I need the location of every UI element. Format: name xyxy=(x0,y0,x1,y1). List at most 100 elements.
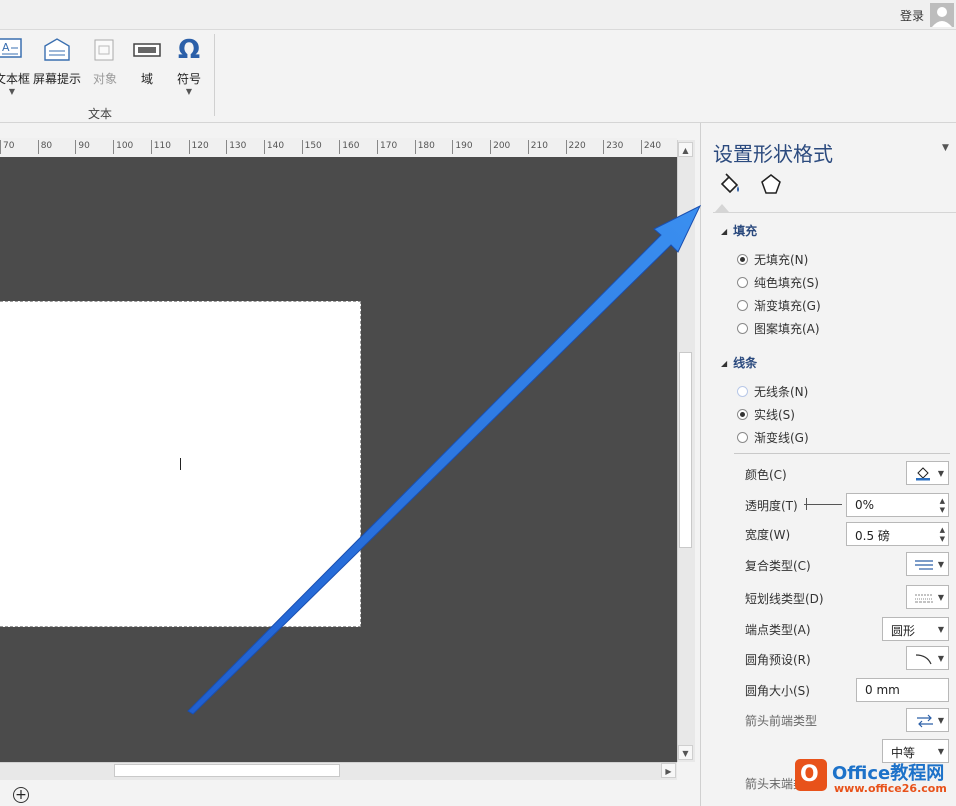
ruler-spacer xyxy=(0,123,700,138)
ruler-tick-label: 230 xyxy=(603,140,623,154)
active-tab-indicator xyxy=(715,204,729,212)
ribbon-group-separator xyxy=(214,34,215,116)
user-avatar-icon[interactable] xyxy=(930,3,954,27)
spin-up-icon[interactable]: ▲ xyxy=(940,527,945,534)
ruler-tick-label: 140 xyxy=(263,140,284,154)
ribbon-group-label: 文本 xyxy=(88,107,113,121)
cap-type-dropdown[interactable]: 圆形 ▼ xyxy=(882,617,949,641)
watermark-url: www.office26.com xyxy=(834,782,947,795)
ruler-tick-label: 70 xyxy=(0,140,14,154)
collapse-triangle-icon: ◢ xyxy=(721,227,728,236)
ruler-tick-label: 90 xyxy=(75,140,90,154)
spin-up-icon[interactable]: ▲ xyxy=(940,498,945,505)
width-value: 0.5 磅 xyxy=(855,529,890,543)
title-bar xyxy=(0,0,956,30)
spin-down-icon[interactable]: ▼ xyxy=(940,536,945,543)
object-label: 对象 xyxy=(92,72,117,86)
chevron-down-icon: ▼ xyxy=(937,469,944,478)
join-size-label: 圆角大小(S) xyxy=(745,684,810,698)
text-cursor xyxy=(180,458,181,470)
radio-gradient-fill[interactable]: 渐变填充(G) xyxy=(737,297,821,314)
radio-label: 纯色填充(S) xyxy=(754,276,819,290)
radio-no-line[interactable]: 无线条(N) xyxy=(737,383,808,400)
textbox-icon: A xyxy=(0,36,30,64)
line-section-header[interactable]: ◢ 线条 xyxy=(721,354,757,371)
ribbon: A 文本框 ▼ 屏幕提示 对象 域 Ω 符号 ▼ xyxy=(0,30,956,123)
radio-solid-line[interactable]: 实线(S) xyxy=(737,406,795,423)
round-join-icon xyxy=(915,652,933,669)
status-bar xyxy=(0,780,700,806)
horizontal-scroll-thumb[interactable] xyxy=(114,764,340,777)
ruler-tick-label: 240 xyxy=(640,140,661,154)
scroll-down-button[interactable]: ▼ xyxy=(678,745,693,760)
textbox-button[interactable]: A 文本框 ▼ xyxy=(0,36,30,97)
drawing-canvas[interactable] xyxy=(0,157,677,762)
scroll-up-button[interactable]: ▲ xyxy=(678,142,693,157)
vertical-scroll-thumb[interactable] xyxy=(679,352,692,548)
ruler-tick-label: 220 xyxy=(565,140,586,154)
radio-solid-fill[interactable]: 纯色填充(S) xyxy=(737,274,819,291)
radio-label: 无填充(N) xyxy=(754,253,809,267)
fill-section-title: 填充 xyxy=(733,224,758,238)
arrow-begin-type-label: 箭头前端类型 xyxy=(745,714,818,728)
compound-type-label: 复合类型(C) xyxy=(745,559,811,573)
transparency-slider[interactable] xyxy=(804,504,842,505)
ruler-tick-label: 150 xyxy=(301,140,322,154)
transparency-slider-handle[interactable] xyxy=(806,498,807,510)
width-label: 宽度(W) xyxy=(745,528,791,542)
shape-effects-tab-icon[interactable] xyxy=(760,173,782,195)
ruler-tick-label: 130 xyxy=(226,140,246,154)
join-size-value: 0 mm xyxy=(865,683,900,697)
fill-line-tab-icon[interactable] xyxy=(718,173,742,195)
chevron-down-icon: ▼ xyxy=(937,747,944,756)
width-input[interactable]: 0.5 磅 ▲ ▼ xyxy=(846,522,949,546)
ruler-tick-label: 210 xyxy=(527,140,548,154)
office-logo-letter: O xyxy=(800,762,819,787)
line-color-dropdown[interactable]: ▼ xyxy=(906,461,949,485)
symbol-button[interactable]: Ω 符号 ▼ xyxy=(172,36,206,97)
ruler-tick-label: 110 xyxy=(150,140,171,154)
cap-type-value: 圆形 xyxy=(891,624,916,638)
object-button[interactable]: 对象 xyxy=(88,36,122,87)
svg-text:A: A xyxy=(2,41,10,54)
color-label: 颜色(C) xyxy=(745,468,787,482)
field-button[interactable]: 域 xyxy=(130,36,164,87)
tabs-divider xyxy=(713,212,956,213)
transparency-value: 0% xyxy=(855,498,875,512)
fill-section-header[interactable]: ◢ 填充 xyxy=(721,222,757,239)
arrow-begin-type-dropdown[interactable]: ▼ xyxy=(906,708,949,732)
login-link[interactable]: 登录 xyxy=(900,7,924,24)
radio-label: 渐变线(G) xyxy=(754,431,809,445)
radio-label: 实线(S) xyxy=(754,408,795,422)
omega-symbol-icon: Ω xyxy=(177,35,201,65)
join-size-input[interactable]: 0 mm xyxy=(856,678,949,702)
transparency-label: 透明度(T) xyxy=(745,499,798,513)
scroll-right-button[interactable]: ▶ xyxy=(661,763,676,778)
ruler-tick-label: 120 xyxy=(188,140,209,154)
radio-pattern-fill[interactable]: 图案填充(A) xyxy=(737,320,820,337)
transparency-input[interactable]: 0% ▲ ▼ xyxy=(846,493,949,517)
chevron-down-icon: ▼ xyxy=(937,654,944,663)
object-icon xyxy=(88,36,122,64)
field-icon xyxy=(130,36,164,64)
dash-type-dropdown[interactable]: ▼ xyxy=(906,585,949,609)
radio-label: 无线条(N) xyxy=(754,385,809,399)
radio-gradient-line[interactable]: 渐变线(G) xyxy=(737,429,809,446)
panel-menu-icon[interactable]: ▼ xyxy=(942,143,949,153)
radio-no-fill[interactable]: 无填充(N) xyxy=(737,251,808,268)
line-section-title: 线条 xyxy=(733,356,758,370)
chevron-down-icon: ▼ xyxy=(937,625,944,634)
dash-lines-icon xyxy=(915,592,933,607)
join-preset-dropdown[interactable]: ▼ xyxy=(906,646,949,670)
ruler-tick-label: 180 xyxy=(414,140,435,154)
arrow-swap-icon xyxy=(916,714,934,731)
screentip-button[interactable]: 屏幕提示 xyxy=(32,36,82,87)
compound-type-dropdown[interactable]: ▼ xyxy=(906,552,949,576)
horizontal-ruler: 70 80 90 100 110 120 130 140 150 160 170 180 190 200 2… xyxy=(0,138,677,158)
add-page-icon[interactable]: + xyxy=(13,787,29,803)
symbol-label: 符号 xyxy=(176,72,201,86)
radio-label: 图案填充(A) xyxy=(754,322,820,336)
ruler-tick-label: 160 xyxy=(339,140,359,154)
spin-down-icon[interactable]: ▼ xyxy=(940,507,945,514)
chevron-down-icon: ▼ xyxy=(937,593,944,602)
